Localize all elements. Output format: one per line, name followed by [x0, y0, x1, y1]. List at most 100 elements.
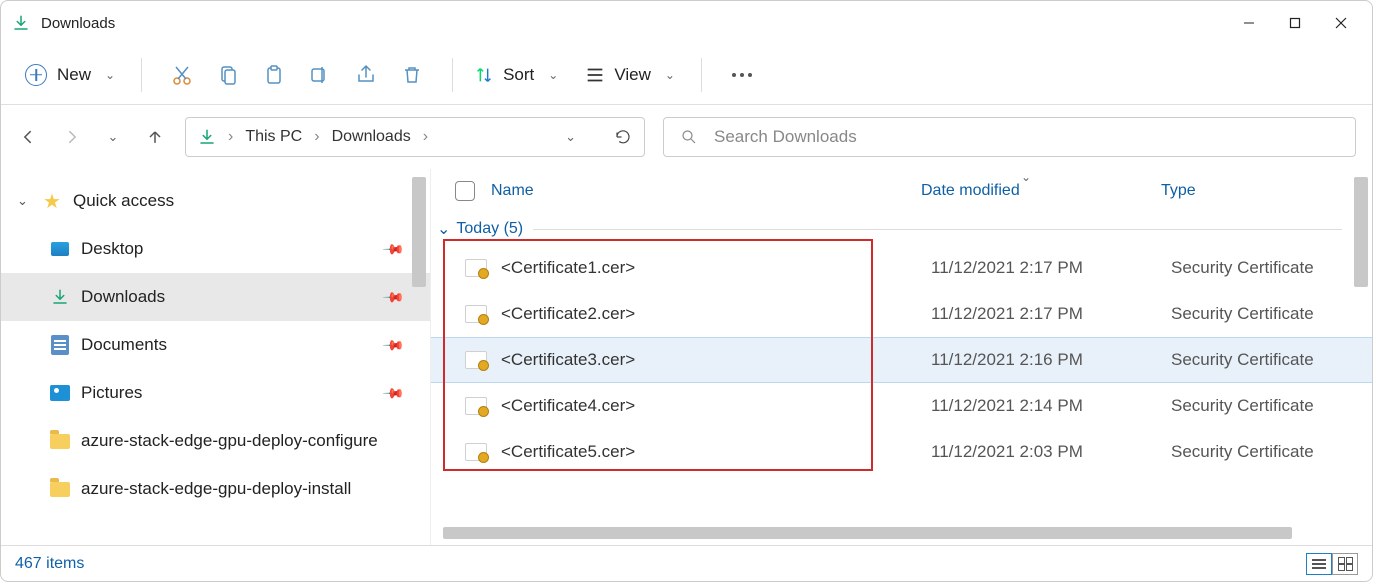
- pictures-icon: [50, 385, 70, 401]
- thumbnails-view-button[interactable]: [1332, 553, 1358, 575]
- view-button[interactable]: View ⌄: [584, 64, 681, 86]
- details-view-button[interactable]: [1306, 553, 1332, 575]
- share-button[interactable]: [346, 55, 386, 95]
- group-header[interactable]: ⌄ Today (5): [431, 219, 1372, 239]
- file-type: Security Certificate: [1171, 442, 1314, 462]
- file-row[interactable]: <Certificate2.cer> 11/12/2021 2:17 PM Se…: [431, 291, 1372, 337]
- sort-button[interactable]: Sort ⌄: [473, 64, 564, 86]
- group-count: (5): [504, 220, 524, 238]
- file-row[interactable]: <Certificate4.cer> 11/12/2021 2:14 PM Se…: [431, 383, 1372, 429]
- separator: [141, 58, 142, 92]
- breadcrumb-item[interactable]: Downloads: [332, 128, 411, 146]
- separator: [701, 58, 702, 92]
- folder-icon: [50, 482, 70, 497]
- file-date: 11/12/2021 2:17 PM: [931, 258, 1171, 278]
- file-name: <Certificate1.cer>: [501, 258, 931, 278]
- folder-icon: [50, 434, 70, 449]
- sidebar-item-desktop[interactable]: Desktop 📌: [1, 225, 430, 273]
- paste-button[interactable]: [254, 55, 294, 95]
- horizontal-scrollbar[interactable]: [443, 527, 1292, 539]
- copy-button[interactable]: [208, 55, 248, 95]
- downloads-icon: [9, 14, 33, 32]
- separator: [452, 58, 453, 92]
- maximize-button[interactable]: [1272, 7, 1318, 39]
- window-title: Downloads: [41, 15, 115, 32]
- sidebar-item-label: Desktop: [81, 239, 143, 259]
- close-button[interactable]: [1318, 7, 1364, 39]
- sidebar-item-downloads[interactable]: Downloads 📌: [1, 273, 430, 321]
- file-type: Security Certificate: [1171, 396, 1314, 416]
- minimize-button[interactable]: [1226, 7, 1272, 39]
- sidebar-item-label: Pictures: [81, 383, 142, 403]
- pin-icon: 📌: [381, 381, 405, 405]
- file-row[interactable]: <Certificate3.cer> 11/12/2021 2:16 PM Se…: [431, 337, 1372, 383]
- cut-button[interactable]: [162, 55, 202, 95]
- file-date: 11/12/2021 2:14 PM: [931, 396, 1171, 416]
- history-dropdown[interactable]: ⌄: [565, 129, 576, 145]
- certificate-icon: [465, 305, 487, 323]
- search-icon: [680, 128, 698, 146]
- certificate-icon: [465, 443, 487, 461]
- chevron-down-icon: ⌄: [548, 68, 558, 82]
- sidebar-scrollbar[interactable]: [412, 177, 426, 287]
- up-button[interactable]: [143, 127, 167, 147]
- sidebar-item-label: Downloads: [81, 287, 165, 307]
- sidebar-item-folder[interactable]: azure-stack-edge-gpu-deploy-install: [1, 465, 430, 513]
- delete-button[interactable]: [392, 55, 432, 95]
- forward-button[interactable]: [59, 127, 83, 147]
- file-row[interactable]: <Certificate1.cer> 11/12/2021 2:17 PM Se…: [431, 245, 1372, 291]
- pin-icon: 📌: [381, 237, 405, 261]
- chevron-right-icon: ›: [228, 128, 233, 146]
- content-scrollbar[interactable]: [1354, 177, 1368, 287]
- titlebar: Downloads: [1, 1, 1372, 45]
- status-bar: 467 items: [1, 545, 1372, 581]
- sidebar-item-label: azure-stack-edge-gpu-deploy-install: [81, 479, 351, 499]
- sidebar-item-documents[interactable]: Documents 📌: [1, 321, 430, 369]
- recent-dropdown[interactable]: ⌄: [101, 129, 125, 145]
- sort-label: Sort: [503, 65, 534, 85]
- file-type: Security Certificate: [1171, 350, 1314, 370]
- file-date: 11/12/2021 2:03 PM: [931, 442, 1171, 462]
- grid-icon: [1338, 557, 1352, 571]
- chevron-down-icon: ⌄: [105, 68, 115, 82]
- sidebar-item-label: azure-stack-edge-gpu-deploy-configure: [81, 431, 378, 451]
- more-button[interactable]: [722, 73, 762, 77]
- file-name: <Certificate3.cer>: [501, 350, 931, 370]
- navigation-pane: ⌄ ★ Quick access Desktop 📌 Downloads 📌 D…: [1, 169, 431, 545]
- column-date[interactable]: ⌄Date modified: [921, 182, 1161, 200]
- column-type[interactable]: Type: [1161, 182, 1196, 200]
- certificate-icon: [465, 351, 487, 369]
- sidebar-item-label: Documents: [81, 335, 167, 355]
- sort-indicator-icon: ⌄: [1021, 170, 1031, 184]
- new-button[interactable]: New ⌄: [19, 60, 121, 90]
- divider: [533, 229, 1342, 230]
- certificate-icon: [465, 259, 487, 277]
- list-icon: [1312, 563, 1326, 565]
- rename-button[interactable]: [300, 55, 340, 95]
- select-all-checkbox[interactable]: [455, 181, 475, 201]
- file-name: <Certificate5.cer>: [501, 442, 931, 462]
- documents-icon: [51, 335, 69, 355]
- search-input[interactable]: Search Downloads: [663, 117, 1356, 157]
- column-name[interactable]: Name: [491, 182, 921, 200]
- item-count: 467 items: [15, 555, 84, 573]
- star-icon: ★: [43, 189, 61, 214]
- breadcrumb-item[interactable]: This PC: [245, 128, 302, 146]
- address-bar[interactable]: › This PC › Downloads › ⌄: [185, 117, 645, 157]
- group-label: Today: [456, 220, 499, 238]
- pin-icon: 📌: [381, 333, 405, 357]
- chevron-right-icon: ›: [423, 128, 428, 146]
- refresh-button[interactable]: [614, 128, 632, 146]
- navigation-row: ⌄ › This PC › Downloads › ⌄ Search Downl…: [1, 105, 1372, 169]
- sidebar-item-folder[interactable]: azure-stack-edge-gpu-deploy-configure: [1, 417, 430, 465]
- view-label: View: [614, 65, 651, 85]
- sidebar-item-pictures[interactable]: Pictures 📌: [1, 369, 430, 417]
- chevron-down-icon: ⌄: [437, 219, 450, 239]
- search-placeholder: Search Downloads: [714, 127, 857, 147]
- file-type: Security Certificate: [1171, 304, 1314, 324]
- sidebar-item-quick-access[interactable]: ⌄ ★ Quick access: [1, 177, 430, 225]
- back-button[interactable]: [17, 127, 41, 147]
- chevron-down-icon: ⌄: [665, 68, 675, 82]
- file-type: Security Certificate: [1171, 258, 1314, 278]
- file-row[interactable]: <Certificate5.cer> 11/12/2021 2:03 PM Se…: [431, 429, 1372, 475]
